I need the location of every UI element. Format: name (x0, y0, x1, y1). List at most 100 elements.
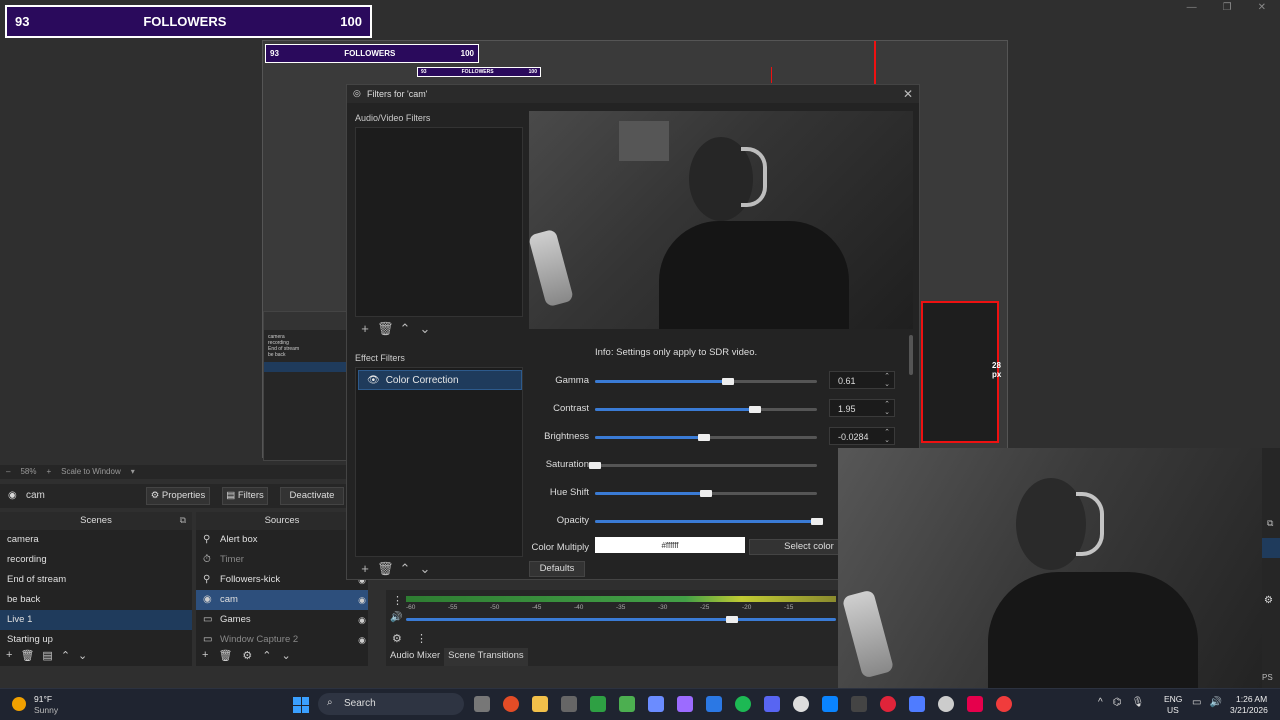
volume-thumb[interactable] (726, 616, 738, 623)
network-icon[interactable]: ⌬ (1113, 697, 1122, 708)
scene-item[interactable]: Starting up (0, 630, 192, 646)
chevron-up-icon[interactable]: ⌃ (61, 649, 70, 662)
hue-slider-thumb[interactable] (700, 490, 712, 497)
settings-app-icon[interactable] (561, 696, 577, 712)
add-icon[interactable]: + (357, 321, 373, 337)
spin-arrows-icon[interactable]: ⌃ ⌄ (884, 373, 890, 389)
obs-icon[interactable] (938, 696, 954, 712)
app-icon[interactable] (909, 696, 925, 712)
chrome-icon[interactable] (503, 696, 519, 712)
gear-icon[interactable]: ⚙ (392, 632, 402, 645)
chevron-down-icon[interactable]: ▾ (131, 467, 135, 477)
contrast-spinbox[interactable]: 1.95 ⌃ ⌄ (829, 399, 895, 417)
close-icon[interactable]: ✕ (1258, 2, 1266, 13)
source-item[interactable]: ⚲ Followers-kick ◉ (196, 570, 368, 590)
app-icon[interactable] (851, 696, 867, 712)
properties-button[interactable]: ⚙ Properties (146, 487, 210, 505)
scene-item[interactable]: be back (0, 590, 192, 610)
scale-mode[interactable]: Scale to Window (61, 467, 121, 477)
gear-icon[interactable]: ⚙ (1264, 595, 1273, 606)
scene-item[interactable]: Live 1 (0, 610, 192, 630)
contrast-slider-thumb[interactable] (749, 406, 761, 413)
opacity-slider-thumb[interactable] (811, 518, 823, 525)
saturation-slider[interactable] (595, 464, 817, 467)
color-swatch[interactable]: #ffffff (595, 537, 745, 553)
eye-icon[interactable]: ◉ (358, 590, 366, 610)
office-icon[interactable] (677, 696, 693, 712)
eye-icon[interactable]: ◉ (358, 610, 366, 630)
source-item[interactable]: ◉ cam ◉ (196, 590, 368, 610)
weather-temp[interactable]: 91°F (34, 694, 52, 704)
volume-icon[interactable]: 🔊 (1209, 697, 1221, 708)
effect-filter-item[interactable]: 👁 Color Correction (358, 370, 522, 390)
av-filters-list[interactable] (355, 127, 523, 317)
add-icon[interactable]: + (202, 649, 208, 662)
spotify-icon[interactable] (735, 696, 751, 712)
clock-time[interactable]: 1:26 AM (1236, 694, 1267, 704)
spin-arrows-icon[interactable]: ⌃ ⌄ (884, 429, 890, 445)
eye-icon[interactable]: 👁 (367, 375, 380, 386)
more-icon[interactable]: ⋮ (392, 594, 403, 607)
trash-icon[interactable]: 🗑 (20, 649, 34, 662)
defaults-button[interactable]: Defaults (529, 561, 585, 577)
source-item[interactable]: ⏱Timer◉ (196, 550, 368, 570)
spin-arrows-icon[interactable]: ⌃ ⌄ (884, 401, 890, 417)
more-icon[interactable]: ⋮ (416, 632, 427, 645)
close-icon[interactable]: ✕ (903, 87, 913, 101)
settings-scrollbar[interactable] (909, 335, 913, 375)
tab-scene-transitions[interactable]: Scene Transitions (444, 648, 528, 666)
source-item[interactable]: ▭ Window Capture 2 ◉ (196, 630, 368, 646)
opera-icon[interactable] (880, 696, 896, 712)
speaker-icon[interactable]: 🔊 (390, 612, 402, 623)
gamma-spinbox[interactable]: 0.61 ⌃ ⌄ (829, 371, 895, 389)
steam-icon[interactable] (793, 696, 809, 712)
discord-icon[interactable] (764, 696, 780, 712)
folder-icon[interactable] (532, 696, 548, 712)
chevron-down-icon[interactable]: ⌄ (417, 561, 433, 577)
scene-item[interactable]: End of stream (0, 570, 192, 590)
minimize-icon[interactable]: — (1187, 2, 1197, 13)
add-icon[interactable]: + (6, 649, 12, 662)
source-item[interactable]: ⚲Alert box◉ (196, 530, 368, 550)
search-box[interactable]: ⌕ Search (318, 693, 464, 715)
saturation-slider-thumb[interactable] (589, 462, 601, 469)
selected-bounds[interactable] (921, 301, 999, 443)
filter-icon[interactable]: ▤ (42, 649, 52, 662)
trash-icon[interactable]: 🗑 (218, 649, 232, 662)
gear-icon[interactable]: ⚙ (242, 649, 252, 662)
tab-audio-mixer[interactable]: Audio Mixer (386, 648, 444, 666)
app-icon[interactable] (822, 696, 838, 712)
zoom-level[interactable]: 58% (20, 467, 36, 477)
maximize-icon[interactable]: ❐ (1223, 2, 1232, 13)
windows-icon[interactable] (293, 697, 309, 713)
xbox-icon[interactable] (590, 696, 606, 712)
chevron-down-icon[interactable]: ⌄ (282, 649, 291, 662)
add-icon[interactable]: + (357, 561, 373, 577)
chevron-down-icon[interactable]: ⌄ (417, 321, 433, 337)
source-item[interactable]: ▭ Games ◉ (196, 610, 368, 630)
task-view-icon[interactable] (474, 696, 490, 712)
undock-icon[interactable]: ⧉ (1267, 518, 1273, 529)
copilot-icon[interactable] (648, 696, 664, 712)
app-icon[interactable] (996, 696, 1012, 712)
language[interactable]: ENG (1164, 694, 1182, 704)
display-icon[interactable]: ▭ (1192, 697, 1201, 708)
mail-icon[interactable] (706, 696, 722, 712)
minecraft-icon[interactable] (619, 696, 635, 712)
chevron-up-icon[interactable]: ⌃ (397, 321, 413, 337)
gamma-slider-thumb[interactable] (722, 378, 734, 385)
eye-icon[interactable]: ◉ (358, 630, 366, 646)
deactivate-button[interactable]: Deactivate (280, 487, 344, 505)
chevron-up-icon[interactable]: ^ (1098, 697, 1103, 708)
trash-icon[interactable]: 🗑 (377, 321, 394, 337)
tiktok-icon[interactable] (967, 696, 983, 712)
trash-icon[interactable]: 🗑 (377, 561, 394, 577)
brightness-slider-thumb[interactable] (698, 434, 710, 441)
brightness-spinbox[interactable]: -0.0284 ⌃ ⌄ (829, 427, 895, 445)
chevron-up-icon[interactable]: ⌃ (262, 649, 271, 662)
volume-slider[interactable] (406, 618, 836, 621)
mic-icon[interactable]: 🎙 (1131, 697, 1144, 708)
chevron-up-icon[interactable]: ⌃ (397, 561, 413, 577)
scene-item[interactable]: camera (0, 530, 192, 550)
undock-icon[interactable]: ⧉ (180, 515, 186, 526)
